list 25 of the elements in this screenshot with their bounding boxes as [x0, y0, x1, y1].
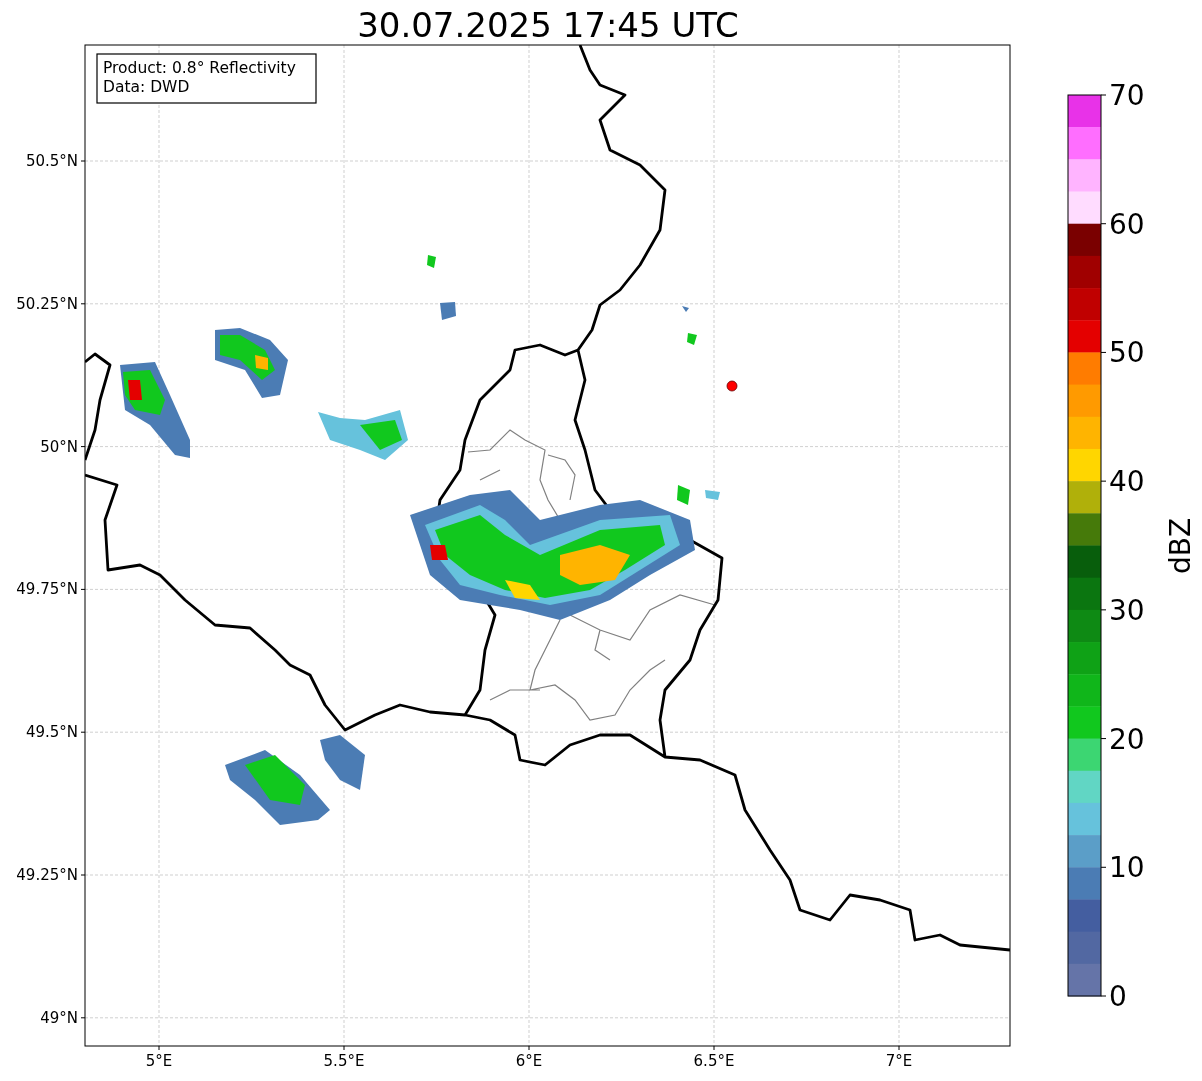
- x-tick-label: 5°E: [145, 1052, 173, 1070]
- y-tick-label: 49.5°N: [25, 723, 78, 742]
- x-tick-label: 6°E: [515, 1052, 543, 1070]
- colorbar-tick-label: 10: [1109, 851, 1145, 885]
- colorbar-tick-label: 0: [1109, 980, 1127, 1013]
- x-tick-label: 6.5°E: [693, 1052, 735, 1070]
- chart-title: 30.07.2025 17:45 UTC: [357, 5, 739, 45]
- colorbar-tick-label: 40: [1109, 465, 1145, 499]
- location-marker: [726, 380, 738, 392]
- y-tick-label: 49.75°N: [16, 580, 78, 599]
- info-text: Product: 0.8° Reflectivity: [103, 59, 296, 77]
- colorbar-tick-label: 60: [1109, 207, 1145, 241]
- x-tick-label: 5.5°E: [323, 1052, 365, 1070]
- y-tick-label: 50°N: [40, 437, 78, 456]
- y-tick-label: 50.5°N: [25, 152, 78, 170]
- colorbar-label: dBZ: [1164, 517, 1197, 575]
- colorbar-tick-label: 70: [1109, 79, 1145, 112]
- y-tick-label: 49°N: [40, 1008, 78, 1027]
- colorbar-tick-label: 20: [1109, 722, 1145, 756]
- x-tick-label: 7°E: [885, 1052, 913, 1070]
- colorbar-tick-label: 30: [1109, 593, 1145, 627]
- colorbar-tick-label: 50: [1109, 336, 1145, 370]
- info-text: Data: DWD: [103, 78, 190, 96]
- y-tick-label: 50.25°N: [16, 294, 78, 313]
- y-tick-label: 49.25°N: [16, 866, 78, 884]
